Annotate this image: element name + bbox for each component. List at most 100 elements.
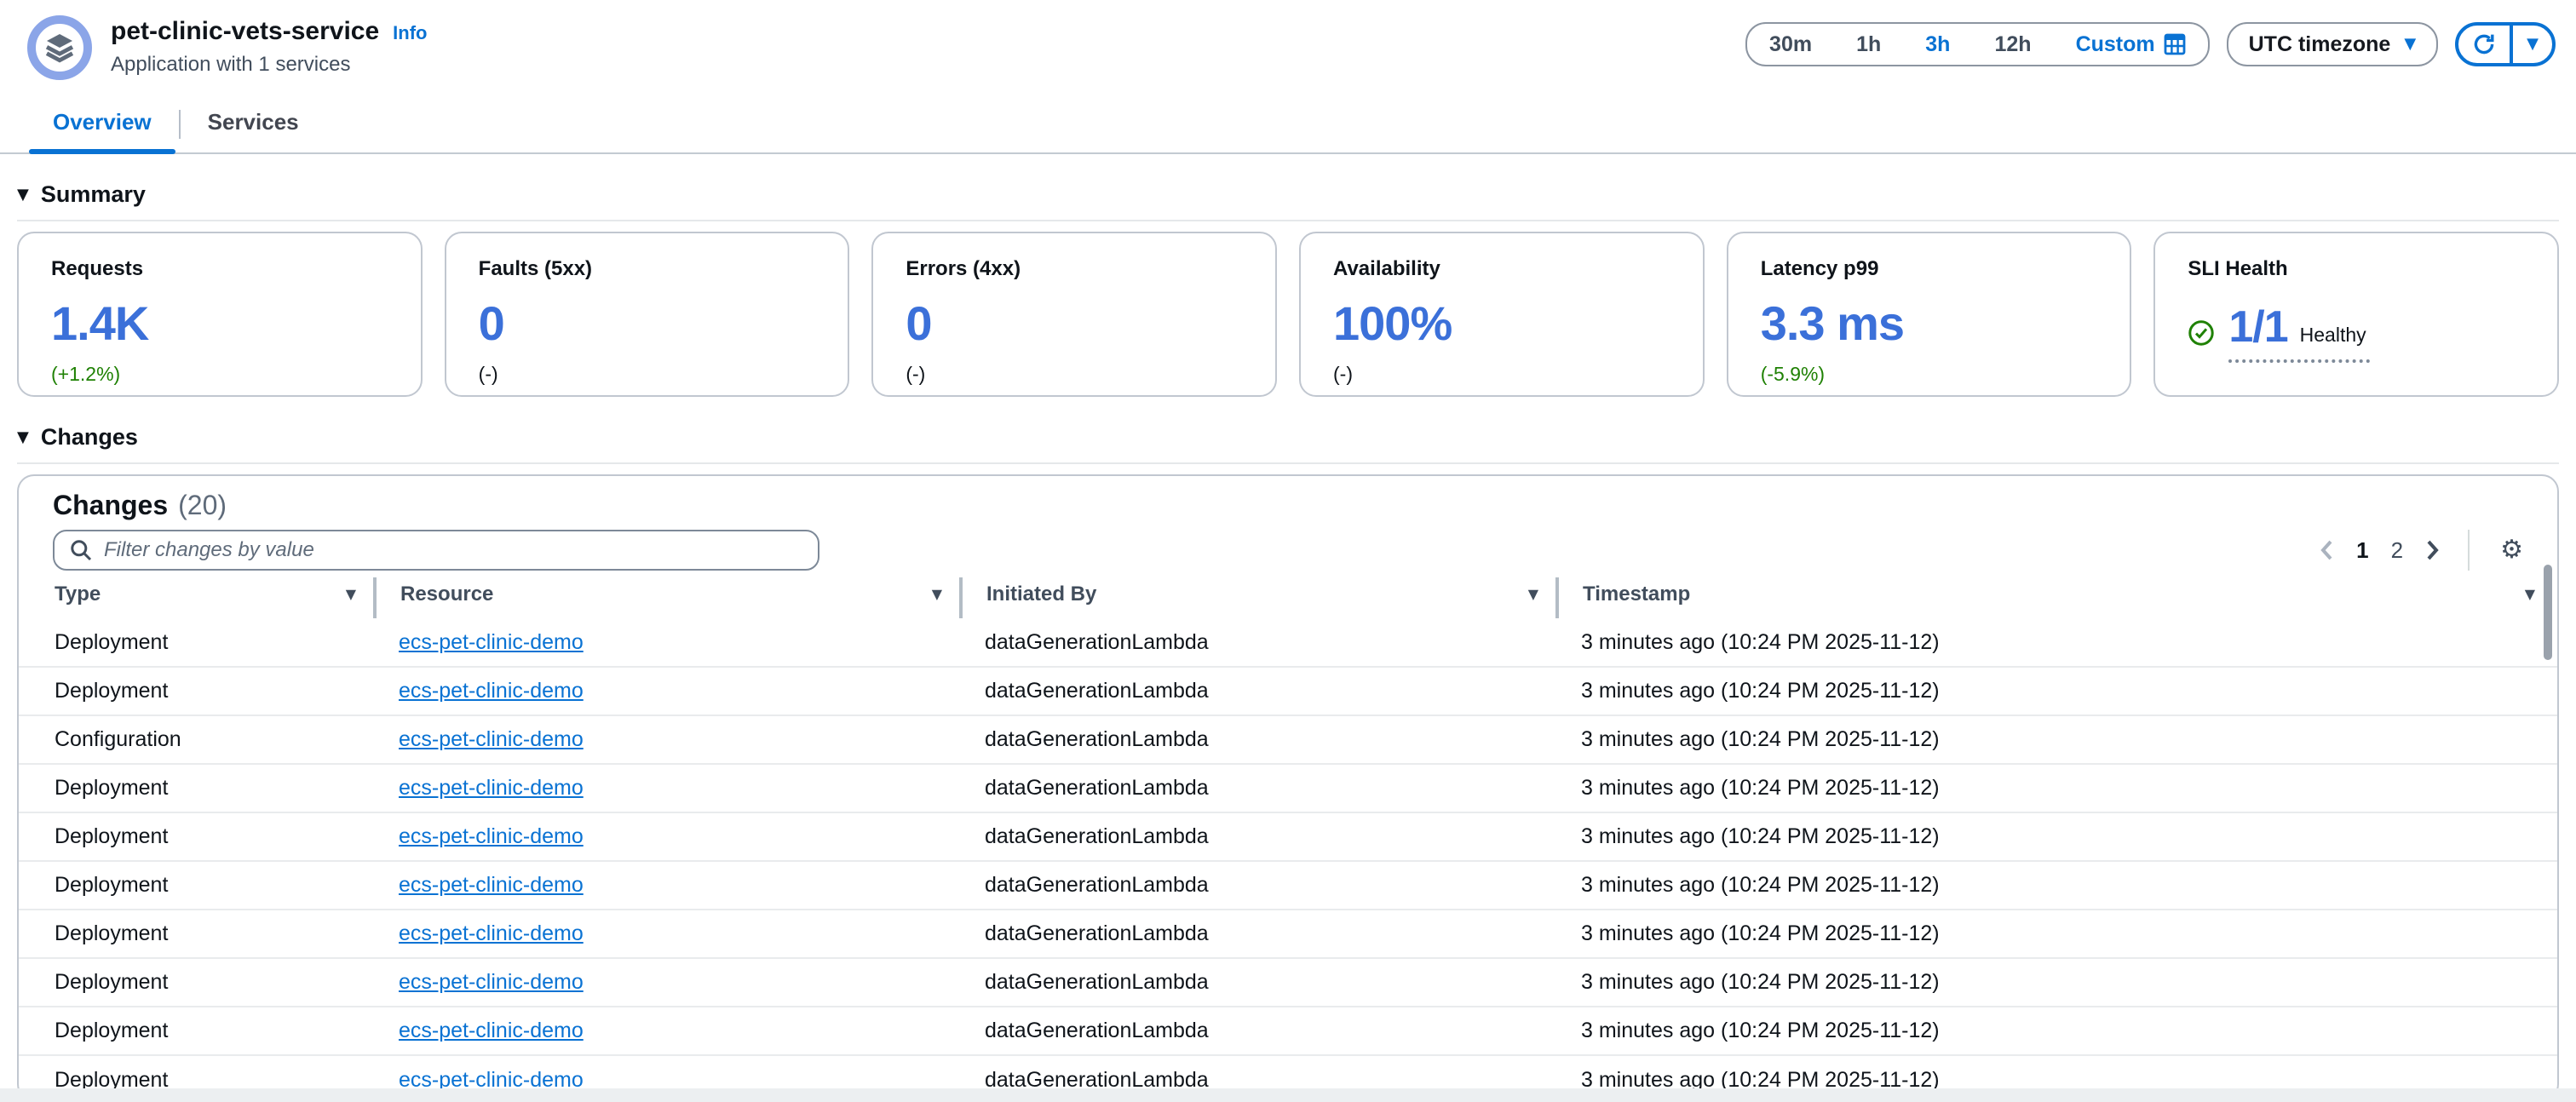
cell-resource: ecs-pet-clinic-demo — [375, 667, 961, 715]
cell-timestamp: 3 minutes ago (10:24 PM 2025-11-12) — [1557, 910, 2557, 958]
table-row: Deployment ecs-pet-clinic-demo dataGener… — [19, 667, 2557, 715]
chevron-down-icon: ▼ — [2527, 37, 2539, 52]
layers-icon — [44, 32, 75, 63]
table-body: Deployment ecs-pet-clinic-demo dataGener… — [19, 618, 2557, 1101]
metric-value: 100% — [1333, 296, 1670, 351]
next-page-button[interactable] — [2425, 538, 2441, 562]
time-range-custom[interactable]: Custom — [2054, 24, 2208, 65]
filter-icon[interactable]: ▼ — [346, 588, 356, 601]
resource-link[interactable]: ecs-pet-clinic-demo — [399, 630, 584, 654]
filter-icon[interactable]: ▼ — [2525, 588, 2535, 601]
cell-resource: ecs-pet-clinic-demo — [375, 861, 961, 910]
page-number-2[interactable]: 2 — [2391, 537, 2403, 564]
table-row: Deployment ecs-pet-clinic-demo dataGener… — [19, 1007, 2557, 1055]
column-header-timestamp: Timestamp ▼ — [1557, 577, 2557, 618]
collapse-caret-icon[interactable]: ▼ — [17, 187, 29, 203]
changes-section-title: Changes — [41, 424, 138, 451]
cell-initiated-by: dataGenerationLambda — [961, 958, 1557, 1007]
metric-value: 3.3 ms — [1761, 296, 2098, 351]
cell-resource: ecs-pet-clinic-demo — [375, 1007, 961, 1055]
metric-card-availability: Availability 100% (-) — [1299, 232, 1705, 397]
metric-change: (-) — [479, 363, 816, 386]
previous-page-button[interactable] — [2319, 538, 2334, 562]
tab-services[interactable]: Services — [184, 95, 323, 152]
metric-change: (-5.9%) — [1761, 363, 2098, 386]
resource-link[interactable]: ecs-pet-clinic-demo — [399, 824, 584, 848]
time-range-12h[interactable]: 12h — [1972, 24, 2053, 65]
collapse-caret-icon[interactable]: ▼ — [17, 430, 29, 445]
cell-resource: ecs-pet-clinic-demo — [375, 812, 961, 861]
summary-cards: Requests 1.4K (+1.2%) Faults (5xx) 0 (-)… — [17, 232, 2559, 397]
application-signals-page: pet-clinic-vets-service Info Application… — [0, 0, 2576, 1102]
chevron-down-icon: ▼ — [2404, 37, 2416, 52]
resource-link[interactable]: ecs-pet-clinic-demo — [399, 776, 584, 800]
page-number-1[interactable]: 1 — [2356, 537, 2368, 564]
cell-resource: ecs-pet-clinic-demo — [375, 958, 961, 1007]
cell-timestamp: 3 minutes ago (10:24 PM 2025-11-12) — [1557, 812, 2557, 861]
column-header-type: Type ▼ — [19, 577, 375, 618]
sli-health-popover-trigger[interactable]: 1/1 Healthy — [2228, 303, 2369, 363]
resource-link[interactable]: ecs-pet-clinic-demo — [399, 873, 584, 897]
application-icon — [27, 15, 92, 80]
cell-initiated-by: dataGenerationLambda — [961, 715, 1557, 764]
metric-change: (-) — [906, 363, 1243, 386]
section-divider — [17, 220, 2559, 221]
custom-label: Custom — [2076, 24, 2155, 65]
changes-table: Type ▼ Resource ▼ Initiated By ▼ — [19, 577, 2557, 1101]
cell-type: Deployment — [19, 958, 375, 1007]
sli-health-status: Healthy — [2300, 324, 2366, 347]
metric-label: Availability — [1333, 257, 1670, 281]
metric-card-sli-health: SLI Health 1/1 Healthy — [2153, 232, 2559, 397]
info-link[interactable]: Info — [393, 22, 427, 44]
tab-separator — [179, 110, 181, 139]
time-range-segmented-control: 30m 1h 3h 12h Custom — [1745, 22, 2210, 66]
table-row: Deployment ecs-pet-clinic-demo dataGener… — [19, 812, 2557, 861]
divider — [2468, 530, 2470, 571]
time-range-30m[interactable]: 30m — [1747, 24, 1834, 65]
cell-type: Deployment — [19, 910, 375, 958]
cell-timestamp: 3 minutes ago (10:24 PM 2025-11-12) — [1557, 958, 2557, 1007]
resource-link[interactable]: ecs-pet-clinic-demo — [399, 1019, 584, 1042]
metric-label: Requests — [51, 257, 388, 281]
timezone-label: UTC timezone — [2249, 32, 2391, 57]
cell-resource: ecs-pet-clinic-demo — [375, 618, 961, 667]
cell-resource: ecs-pet-clinic-demo — [375, 910, 961, 958]
filter-icon[interactable]: ▼ — [1528, 588, 1538, 601]
metric-change: (+1.2%) — [51, 363, 388, 386]
cell-initiated-by: dataGenerationLambda — [961, 910, 1557, 958]
tab-overview[interactable]: Overview — [29, 95, 175, 152]
cell-initiated-by: dataGenerationLambda — [961, 764, 1557, 812]
calendar-grid-icon — [2164, 33, 2186, 55]
vertical-scrollbar-thumb[interactable] — [2544, 565, 2552, 660]
refresh-options-button[interactable]: ▼ — [2513, 26, 2552, 63]
time-range-3h-selected[interactable]: 3h — [1903, 24, 1972, 65]
table-row: Deployment ecs-pet-clinic-demo dataGener… — [19, 958, 2557, 1007]
table-row: Deployment ecs-pet-clinic-demo dataGener… — [19, 764, 2557, 812]
cell-initiated-by: dataGenerationLambda — [961, 1007, 1557, 1055]
cell-initiated-by: dataGenerationLambda — [961, 861, 1557, 910]
filter-changes-input[interactable] — [104, 538, 802, 562]
cell-initiated-by: dataGenerationLambda — [961, 667, 1557, 715]
resource-link[interactable]: ecs-pet-clinic-demo — [399, 921, 584, 945]
cell-type: Deployment — [19, 764, 375, 812]
filter-icon[interactable]: ▼ — [932, 588, 942, 601]
changes-section-header[interactable]: ▼ Changes — [17, 424, 2559, 451]
metric-label: SLI Health — [2188, 257, 2525, 281]
table-preferences-gear-icon[interactable]: ⚙ — [2500, 537, 2523, 563]
page-title: pet-clinic-vets-service — [111, 15, 379, 48]
summary-section-header[interactable]: ▼ Summary — [17, 181, 2559, 208]
resource-link[interactable]: ecs-pet-clinic-demo — [399, 679, 584, 703]
cell-timestamp: 3 minutes ago (10:24 PM 2025-11-12) — [1557, 618, 2557, 667]
metric-card-latency: Latency p99 3.3 ms (-5.9%) — [1727, 232, 2132, 397]
timezone-dropdown[interactable]: UTC timezone ▼ — [2227, 22, 2439, 66]
refresh-button[interactable] — [2458, 26, 2513, 63]
table-header-row: Type ▼ Resource ▼ Initiated By ▼ — [19, 577, 2557, 618]
cell-timestamp: 3 minutes ago (10:24 PM 2025-11-12) — [1557, 861, 2557, 910]
resource-link[interactable]: ecs-pet-clinic-demo — [399, 727, 584, 751]
title-block: pet-clinic-vets-service Info Application… — [111, 15, 427, 77]
time-range-1h[interactable]: 1h — [1834, 24, 1903, 65]
resource-link[interactable]: ecs-pet-clinic-demo — [399, 970, 584, 994]
healthy-check-icon — [2188, 319, 2215, 347]
header-controls: 30m 1h 3h 12h Custom UTC timezone ▼ — [1745, 15, 2556, 66]
metric-value: 0 — [479, 296, 816, 351]
